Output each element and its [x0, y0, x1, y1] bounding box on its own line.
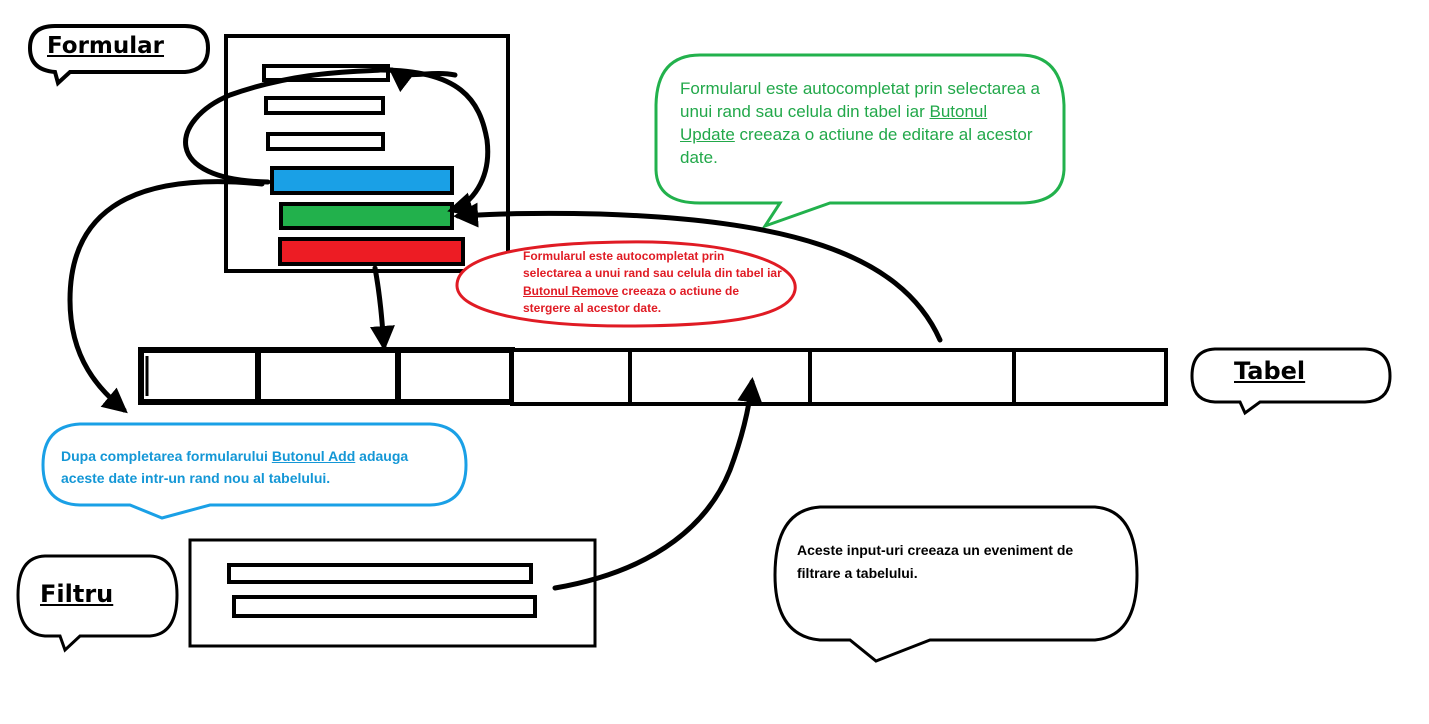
remove-note-pre: Formularul este autocompletat prin selec…: [523, 249, 782, 281]
arrow-form-to-table: [370, 265, 395, 351]
filtru-label: Filtru: [40, 580, 114, 608]
remove-note-text: Formularul este autocompletat prin selec…: [523, 248, 785, 318]
filter-input-1[interactable]: [227, 563, 533, 584]
add-button[interactable]: [270, 166, 454, 195]
update-button[interactable]: [279, 202, 454, 230]
filter-input-2[interactable]: [232, 595, 537, 618]
tabel-label: Tabel: [1234, 357, 1306, 385]
update-note-text: Formularul este autocompletat prin selec…: [680, 78, 1045, 170]
filter-container: [188, 538, 597, 648]
add-note-text: Dupa completarea formularului Butonul Ad…: [61, 445, 451, 490]
filter-note-text: Aceste input-uri creeaza un eveniment de…: [797, 542, 1074, 582]
form-input-2[interactable]: [264, 96, 385, 115]
add-button-link[interactable]: Butonul Add: [272, 448, 355, 464]
remove-button-link[interactable]: Butonul Remove: [523, 284, 618, 298]
form-input-3[interactable]: [266, 132, 385, 151]
remove-button[interactable]: [278, 237, 465, 266]
formular-label: Formular: [47, 33, 165, 59]
table: [138, 347, 1168, 406]
add-note-pre: Dupa completarea formularului: [61, 448, 272, 464]
